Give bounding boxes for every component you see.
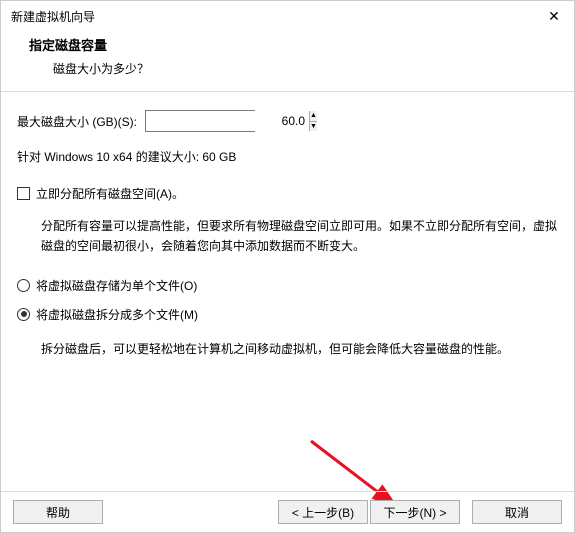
disk-size-row: 最大磁盘大小 (GB)(S): ▲ ▼ [17,110,558,132]
store-split-description: 拆分磁盘后，可以更轻松地在计算机之间移动虚拟机，但可能会降低大容量磁盘的性能。 [17,335,558,379]
header-subtitle: 磁盘大小为多少？ [29,60,546,77]
wizard-header: 指定磁盘容量 磁盘大小为多少？ [1,29,574,91]
chevron-up-icon: ▲ [310,112,317,119]
recommend-text: 针对 Windows 10 x64 的建议大小: 60 GB [17,148,558,165]
store-split-label: 将虚拟磁盘拆分成多个文件(M) [36,306,198,323]
store-single-label: 将虚拟磁盘存储为单个文件(O) [36,277,197,294]
spinner-down-button[interactable]: ▼ [310,122,317,132]
titlebar: 新建虚拟机向导 ✕ [1,1,574,29]
spinner-up-button[interactable]: ▲ [310,111,317,122]
store-single-radio[interactable] [17,279,30,292]
help-button[interactable]: 帮助 [13,500,103,524]
content-area: 最大磁盘大小 (GB)(S): ▲ ▼ 针对 Windows 10 x64 的建… [1,92,574,389]
store-split-row[interactable]: 将虚拟磁盘拆分成多个文件(M) [17,306,558,323]
store-single-row[interactable]: 将虚拟磁盘存储为单个文件(O) [17,277,558,294]
window-title: 新建虚拟机向导 [11,8,95,25]
allocate-label: 立即分配所有磁盘空间(A)。 [36,185,184,202]
back-button[interactable]: < 上一步(B) [278,500,368,524]
allocate-checkbox-row[interactable]: 立即分配所有磁盘空间(A)。 [17,185,558,202]
cancel-button[interactable]: 取消 [472,500,562,524]
footer-buttons: 帮助 < 上一步(B) 下一步(N) > 取消 [1,491,574,532]
header-title: 指定磁盘容量 [29,35,546,54]
chevron-down-icon: ▼ [310,123,317,130]
next-button[interactable]: 下一步(N) > [370,500,460,524]
disk-size-input[interactable] [146,111,309,131]
allocate-description: 分配所有容量可以提高性能，但要求所有物理磁盘空间立即可用。如果不立即分配所有空间… [17,212,558,277]
size-spinner: ▲ ▼ [309,111,317,131]
nav-button-group: < 上一步(B) 下一步(N) > [278,500,468,524]
disk-size-label: 最大磁盘大小 (GB)(S): [17,113,137,130]
store-split-radio[interactable] [17,308,30,321]
close-icon: ✕ [548,8,560,25]
allocate-checkbox[interactable] [17,187,30,200]
disk-size-field[interactable]: ▲ ▼ [145,110,255,132]
close-button[interactable]: ✕ [544,6,564,26]
